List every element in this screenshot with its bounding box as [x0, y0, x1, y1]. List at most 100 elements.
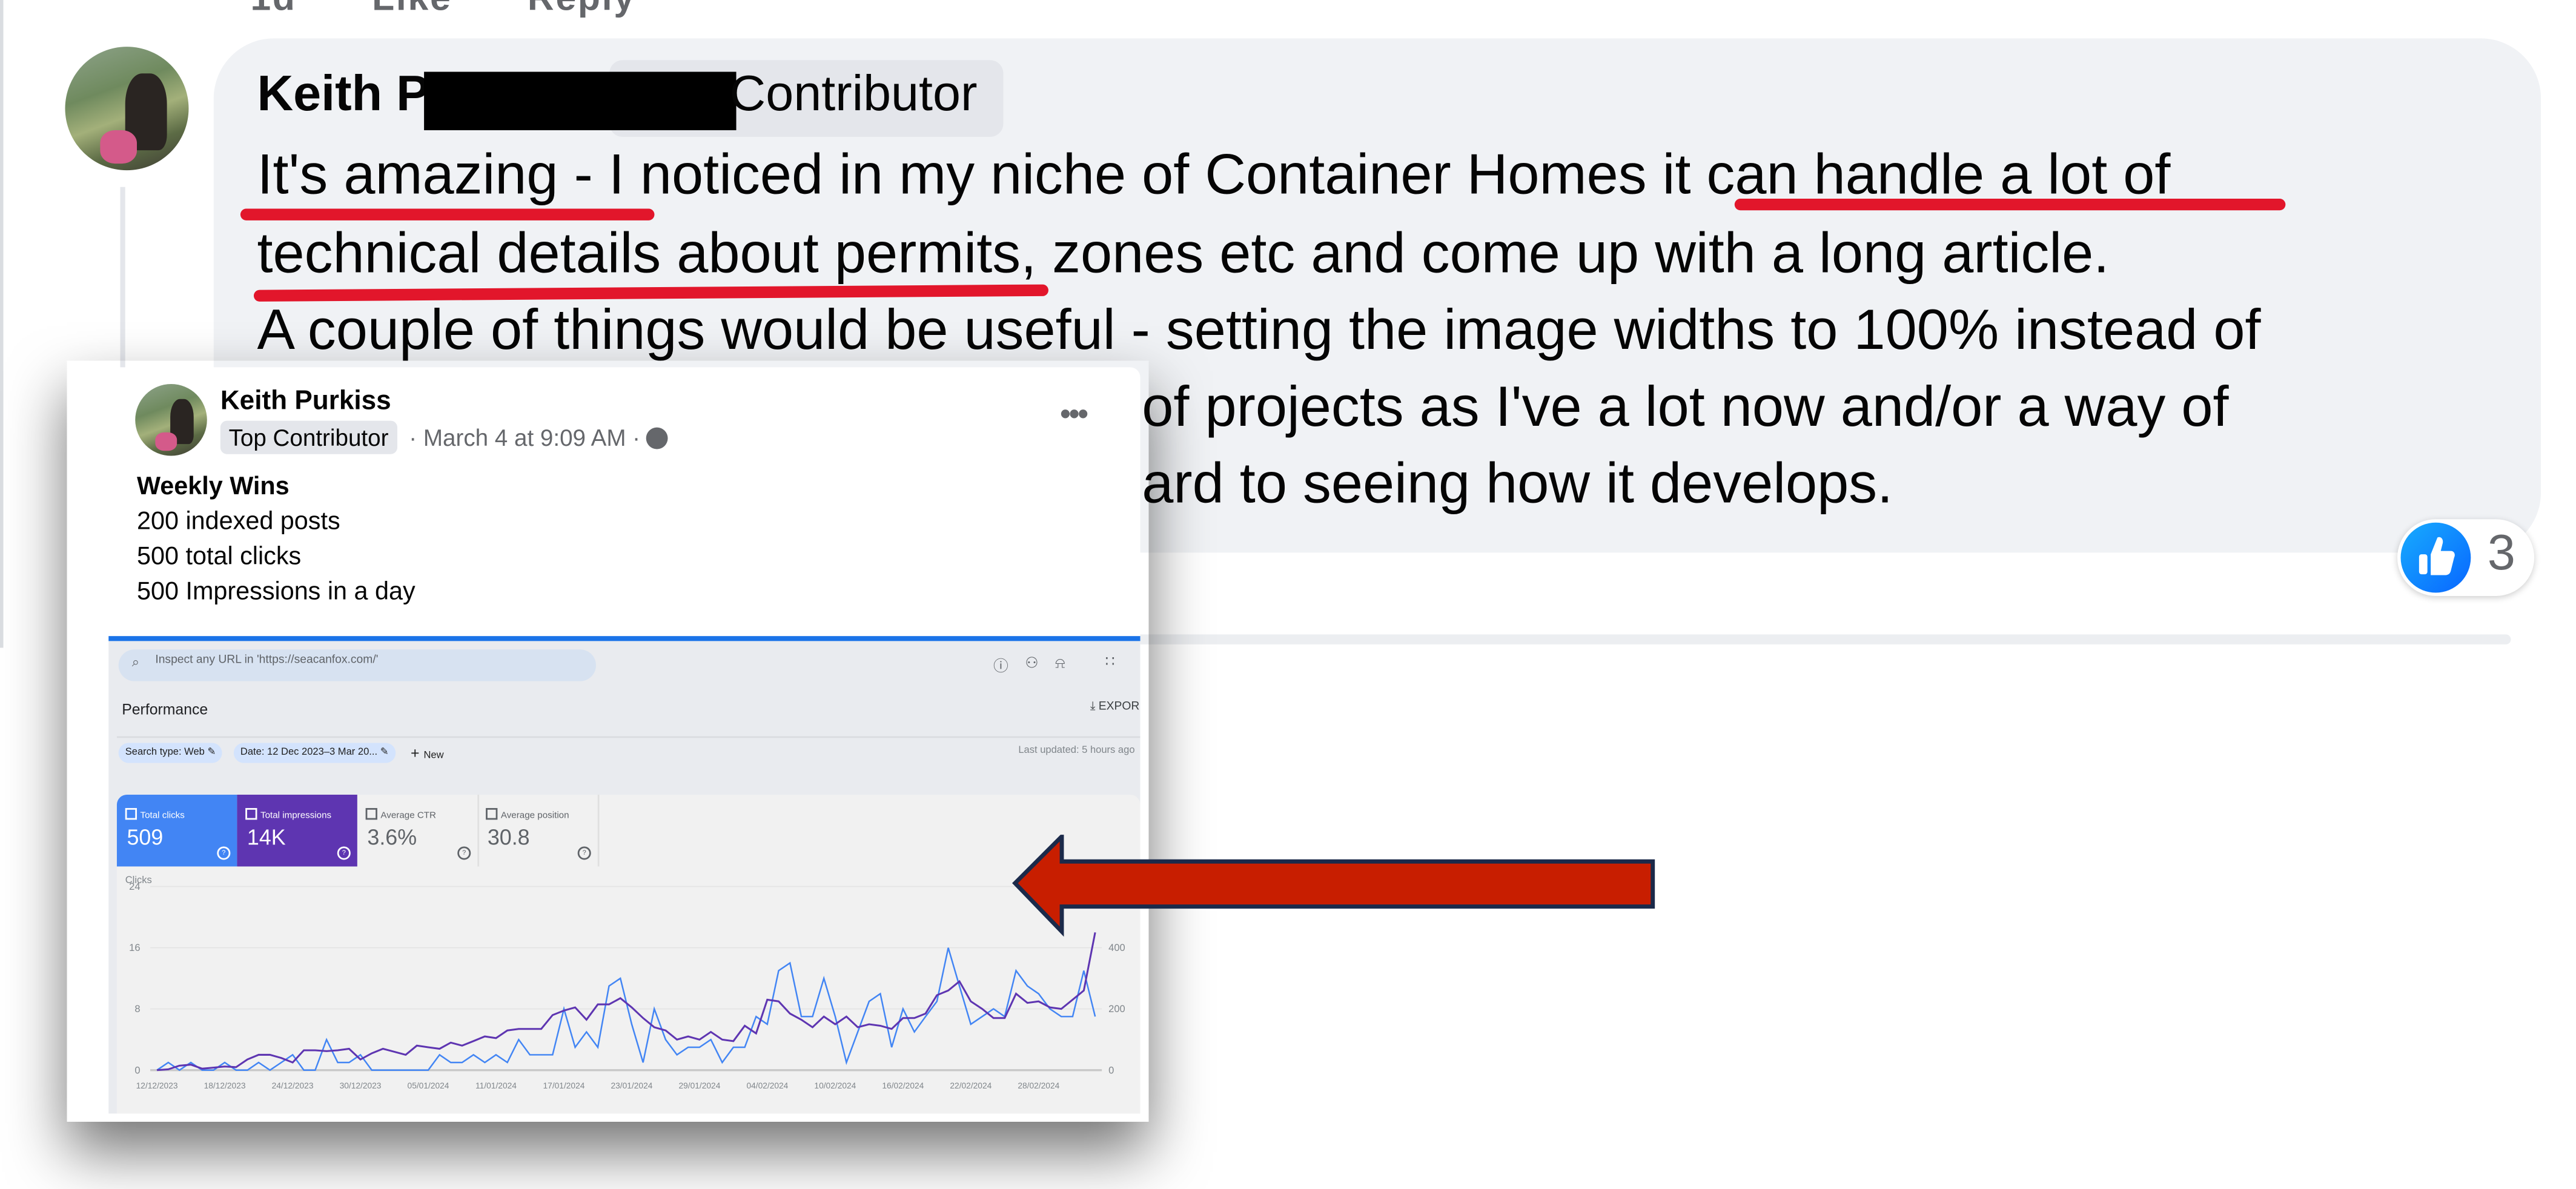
chip-label: Search type: Web	[125, 747, 205, 758]
x-tick-label: 10/02/2024	[814, 1081, 856, 1090]
checkbox-icon	[365, 808, 377, 820]
performance-panel: Total clicks 509 ? Total impressions 14K…	[116, 794, 1141, 1114]
metric-value: 14K	[247, 824, 286, 850]
red-underline	[1734, 198, 2286, 211]
y-tick-label: 8	[134, 1003, 140, 1015]
post-timestamp[interactable]: · March 4 at 9:09 AM ·	[409, 424, 640, 451]
checkbox-icon	[486, 808, 498, 820]
highlighted-phrase: technical details about permits	[257, 222, 1021, 286]
red-underline	[240, 208, 655, 220]
last-updated: Last updated: 5 hours ago	[1018, 746, 1135, 757]
post-line: 200 indexed posts	[137, 507, 340, 536]
edit-icon: ✎	[207, 747, 216, 758]
header-divider	[116, 736, 1141, 738]
notifications-icon[interactable]: ⍾	[1055, 654, 1065, 672]
filter-chip-search-type[interactable]: Search type: Web ✎	[118, 743, 223, 763]
comment-text: , zones etc and come up with a long arti…	[1021, 222, 2110, 286]
commenter-avatar[interactable]	[65, 47, 189, 171]
metric-value: 509	[127, 824, 164, 850]
manage-users-icon[interactable]: ⚇	[1025, 654, 1038, 672]
reaction-count-button[interactable]: 3	[2397, 519, 2535, 596]
help-icon[interactable]: ?	[457, 846, 471, 860]
help-icon[interactable]: ?	[577, 846, 591, 860]
post-line: 500 total clicks	[137, 542, 302, 571]
help-icon[interactable]: ?	[217, 846, 231, 860]
comment-time: 1d	[250, 0, 296, 18]
post-line: 500 Impressions in a day	[137, 577, 416, 606]
metric-label: Total impressions	[245, 808, 331, 821]
image-top-rule	[108, 636, 1141, 641]
x-tick-label: 05/01/2024	[408, 1081, 449, 1090]
comment-author[interactable]: Keith P	[257, 67, 429, 124]
annotation-arrow-left	[1012, 835, 1655, 937]
export-label: EXPOR	[1098, 701, 1140, 713]
previous-comment-actions: 1d Like Reply	[250, 0, 699, 20]
x-tick-label: 18/12/2023	[204, 1081, 246, 1090]
x-tick-label: 30/12/2023	[340, 1081, 382, 1090]
metric-average-position[interactable]: Average position 30.8 ?	[477, 794, 600, 867]
comment-divider	[1068, 634, 2511, 644]
redaction-box	[424, 71, 737, 130]
url-inspect-search[interactable]: ⌕ Inspect any URL in 'https://seacanfox.…	[118, 649, 596, 681]
search-icon: ⌕	[131, 654, 140, 670]
checkbox-checked-icon	[125, 808, 137, 820]
reaction-count: 3	[2487, 526, 2515, 581]
contributor-badge-label: Contributor	[729, 67, 978, 122]
new-filter-label: New	[423, 751, 444, 761]
export-button[interactable]: ⤓ EXPOR	[1090, 701, 1139, 715]
metric-average-ctr[interactable]: Average CTR 3.6% ?	[357, 794, 480, 867]
reply-link[interactable]: Reply	[528, 0, 636, 18]
metric-label: Average CTR	[365, 808, 436, 821]
download-icon: ⤓	[1090, 701, 1099, 713]
url-inspect-placeholder: Inspect any URL in 'https://seacanfox.co…	[155, 654, 379, 666]
apps-grid-icon[interactable]: ∷	[1105, 653, 1115, 671]
new-filter-button[interactable]: + New	[411, 743, 444, 767]
help-icon[interactable]: ⓘ	[993, 654, 1008, 676]
y2-tick-label: 200	[1108, 1003, 1125, 1015]
y-tick-label: 16	[129, 942, 140, 953]
plus-icon: +	[411, 744, 424, 761]
y2-tick-label: 0	[1108, 1064, 1114, 1076]
checkbox-checked-icon	[245, 808, 257, 820]
comment-line-5: ard to seeing how it develops.	[1142, 452, 1893, 516]
x-tick-label: 23/01/2024	[611, 1081, 652, 1090]
page-title: Performance	[122, 701, 208, 718]
post-author-avatar[interactable]	[135, 383, 207, 456]
chip-label: Date: 12 Dec 2023–3 Mar 20...	[240, 747, 378, 758]
post-author-name[interactable]: Keith Purkiss	[220, 387, 391, 417]
performance-chart: Clicks 081624020040012/12/2023 18/12/2023…	[125, 874, 1125, 1090]
highlighted-phrase: It's amazing - I	[257, 144, 624, 207]
search-console-screenshot: ⌕ Inspect any URL in 'https://seacanfox.…	[108, 641, 1141, 1114]
group-icon	[646, 427, 668, 449]
help-icon[interactable]: ?	[337, 846, 351, 860]
comment-line-4: of projects as I've a lot now and/or a w…	[1142, 376, 2229, 439]
edit-icon: ✎	[380, 747, 389, 758]
x-tick-label: 28/02/2024	[1018, 1081, 1059, 1090]
comment-line-3: A couple of things would be useful - set…	[257, 299, 2261, 363]
filter-chip-date[interactable]: Date: 12 Dec 2023–3 Mar 20... ✎	[233, 743, 396, 763]
highlighted-phrase: it can handle a lot of	[1662, 144, 2171, 207]
metric-value: 30.8	[487, 824, 530, 850]
metric-label: Total clicks	[125, 808, 185, 821]
x-tick-label: 12/12/2023	[136, 1081, 178, 1090]
y-tick-label: 0	[134, 1064, 140, 1076]
x-tick-label: 04/02/2024	[746, 1081, 788, 1090]
metric-total-clicks[interactable]: Total clicks 509 ?	[116, 794, 237, 867]
x-tick-label: 24/12/2023	[272, 1081, 314, 1090]
top-contributor-badge: Top Contributor	[220, 420, 397, 454]
like-icon	[2400, 522, 2471, 593]
y2-tick-label: 400	[1108, 942, 1125, 953]
y-tick-label: 24	[129, 881, 140, 892]
x-tick-label: 22/02/2024	[950, 1081, 992, 1090]
embedded-post-screenshot: Keith Purkiss Top Contributor · March 4 …	[108, 367, 1141, 1114]
x-tick-label: 17/01/2024	[543, 1081, 585, 1090]
page-left-border	[0, 0, 4, 648]
comment-text: noticed in my niche of Container Homes	[624, 144, 1663, 207]
metric-total-impressions[interactable]: Total impressions 14K ?	[237, 794, 357, 867]
x-tick-label: 11/01/2024	[475, 1081, 517, 1090]
metric-value: 3.6%	[367, 824, 417, 850]
x-tick-label: 29/01/2024	[678, 1081, 720, 1090]
x-tick-label: 16/02/2024	[882, 1081, 924, 1090]
like-link[interactable]: Like	[372, 0, 452, 18]
more-horizontal-icon[interactable]: •••	[1060, 397, 1088, 432]
